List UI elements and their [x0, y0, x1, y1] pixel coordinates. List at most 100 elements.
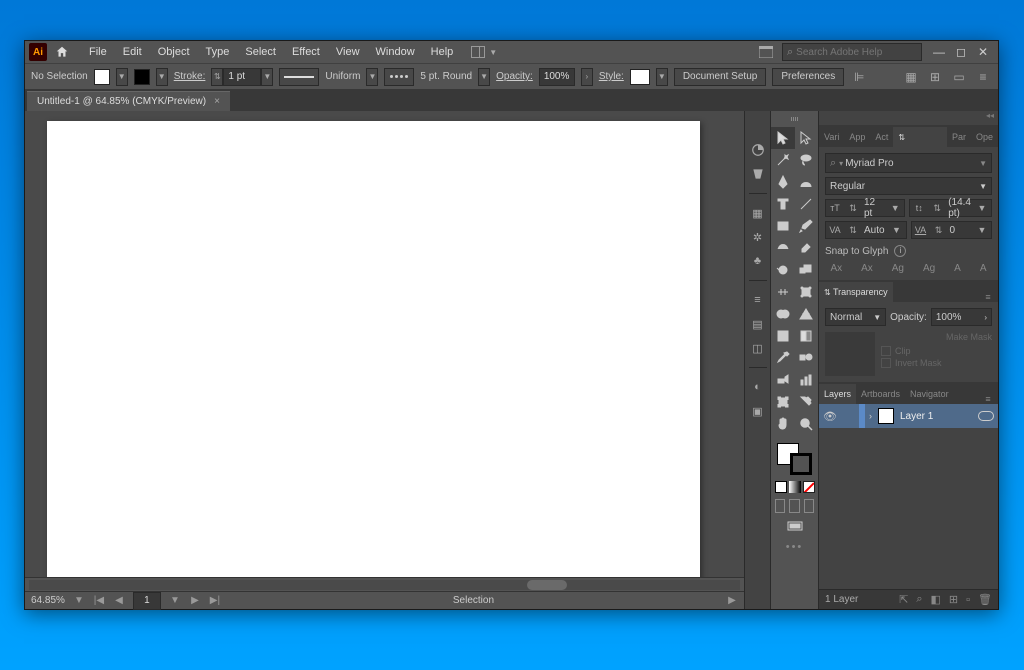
- new-layer-icon[interactable]: ⊞: [949, 593, 958, 606]
- color-mode-gradient[interactable]: [789, 481, 801, 493]
- mesh-tool[interactable]: [771, 325, 795, 347]
- tab-navigator[interactable]: Navigator: [905, 384, 954, 404]
- artboard-number-input[interactable]: [133, 592, 161, 610]
- menu-view[interactable]: View: [328, 41, 368, 63]
- font-style-dropdown[interactable]: Regular▼: [825, 177, 992, 195]
- stroke-swatch[interactable]: [134, 69, 150, 85]
- create-sublayer-icon[interactable]: ◧: [931, 593, 941, 606]
- tab-artboards[interactable]: Artboards: [856, 384, 905, 404]
- magic-wand-tool[interactable]: [771, 149, 795, 171]
- expand-layer-icon[interactable]: ›: [869, 411, 872, 421]
- font-family-input[interactable]: [845, 158, 979, 169]
- color-mode-none[interactable]: [803, 481, 815, 493]
- screen-modes[interactable]: [771, 517, 818, 537]
- type-tool[interactable]: [771, 193, 795, 215]
- appearance-panel-icon[interactable]: ◐: [749, 378, 767, 396]
- menu-window[interactable]: Window: [368, 41, 423, 63]
- opacity-label[interactable]: Opacity:: [496, 71, 533, 82]
- layers-panel-menu-icon[interactable]: ≡: [978, 394, 998, 404]
- tab-transparency[interactable]: ⇅ Transparency: [819, 282, 893, 302]
- artboard-dropdown[interactable]: ▼: [169, 595, 181, 606]
- rotate-tool[interactable]: [771, 259, 795, 281]
- transparency-panel-menu-icon[interactable]: ≡: [978, 292, 998, 302]
- menu-edit[interactable]: Edit: [115, 41, 150, 63]
- leading-field[interactable]: t↕⇅(14.4 pt)▼: [909, 199, 992, 217]
- opacity-input[interactable]: [539, 68, 575, 86]
- column-graph-tool[interactable]: [795, 369, 819, 391]
- opacity-dropdown[interactable]: ›: [581, 68, 593, 86]
- canvas-area[interactable]: [25, 111, 744, 577]
- color-mode-solid[interactable]: [775, 481, 787, 493]
- swatches-panel-icon[interactable]: ▦: [749, 204, 767, 222]
- slice-tool[interactable]: [795, 391, 819, 413]
- curvature-tool[interactable]: [795, 171, 819, 193]
- preferences-button[interactable]: Preferences: [772, 68, 844, 86]
- transparency-panel-icon[interactable]: ◫: [749, 339, 767, 357]
- target-icon[interactable]: [978, 411, 994, 421]
- stroke-weight-input[interactable]: [223, 68, 261, 86]
- hand-tool[interactable]: [771, 413, 795, 435]
- menu-object[interactable]: Object: [150, 41, 198, 63]
- style-label[interactable]: Style:: [599, 71, 624, 82]
- make-clipping-mask-icon[interactable]: ⌕: [916, 593, 922, 606]
- zoom-tool[interactable]: [795, 413, 819, 435]
- new-layer2-icon[interactable]: ▫: [966, 594, 970, 606]
- free-transform-tool[interactable]: [795, 281, 819, 303]
- gradient-tool[interactable]: [795, 325, 819, 347]
- variable-width-profile[interactable]: [279, 68, 319, 86]
- fill-stroke-control[interactable]: [771, 439, 818, 479]
- menu-type[interactable]: Type: [198, 41, 238, 63]
- snap-baseline-icon[interactable]: Ax: [830, 263, 842, 274]
- kerning-field[interactable]: VA⇅Auto▼: [825, 221, 907, 239]
- rectangle-tool[interactable]: [771, 215, 795, 237]
- locate-object-icon[interactable]: ⇱: [899, 593, 908, 606]
- minimize-button[interactable]: —: [932, 45, 946, 59]
- brush-preview[interactable]: [384, 68, 414, 86]
- home-icon[interactable]: [53, 43, 71, 61]
- menu-file[interactable]: File: [81, 41, 115, 63]
- gradient-panel-icon[interactable]: ▤: [749, 315, 767, 333]
- grid-icon[interactable]: ▦: [902, 68, 920, 86]
- layer-row[interactable]: 👁 › Layer 1: [819, 404, 998, 428]
- stroke-swatch-dropdown[interactable]: ▼: [156, 68, 168, 86]
- variable-width-dropdown[interactable]: ▼: [366, 68, 378, 86]
- stroke-stepper[interactable]: ⇅: [211, 68, 223, 86]
- style-swatch[interactable]: [630, 69, 650, 85]
- lasso-tool[interactable]: [795, 149, 819, 171]
- document-setup-button[interactable]: Document Setup: [674, 68, 767, 86]
- workspace-switcher[interactable]: ▼: [471, 46, 497, 58]
- help-search-input[interactable]: [796, 47, 917, 58]
- close-tab-icon[interactable]: ×: [214, 96, 220, 107]
- edit-toolbar-icon[interactable]: •••: [771, 537, 818, 557]
- graphic-styles-panel-icon[interactable]: ▣: [749, 402, 767, 420]
- info-icon[interactable]: i: [894, 245, 906, 257]
- delete-layer-icon[interactable]: 🗑: [978, 593, 992, 606]
- horizontal-scrollbar[interactable]: [25, 577, 744, 591]
- zoom-dropdown[interactable]: ▼: [73, 595, 85, 606]
- font-size-field[interactable]: тT⇅12 pt▼: [825, 199, 905, 217]
- fill-swatch[interactable]: [94, 69, 110, 85]
- tab-opentype[interactable]: Ope: [971, 127, 998, 147]
- trans-opacity-field[interactable]: 100%›: [931, 308, 992, 326]
- scroll-thumb[interactable]: [527, 580, 567, 590]
- artboard[interactable]: [47, 121, 700, 577]
- blend-mode-dropdown[interactable]: Normal▼: [825, 308, 886, 326]
- tab-character[interactable]: ⇅ Character: [893, 127, 947, 147]
- status-menu-icon[interactable]: ▶: [726, 595, 738, 606]
- brushes-panel-icon[interactable]: ✲: [749, 228, 767, 246]
- prev-artboard-icon[interactable]: ◀: [113, 595, 125, 606]
- document-tab[interactable]: Untitled-1 @ 64.85% (CMYK/Preview) ×: [27, 91, 230, 111]
- tab-variables[interactable]: Vari: [819, 127, 844, 147]
- panel-collapse-handle[interactable]: ◂◂: [819, 111, 998, 125]
- artboard-tool[interactable]: [771, 391, 795, 413]
- visibility-toggle-icon[interactable]: 👁: [819, 410, 841, 423]
- brush-dropdown[interactable]: ▼: [478, 68, 490, 86]
- perspective-grid-tool[interactable]: [795, 303, 819, 325]
- shape-builder-tool[interactable]: [771, 303, 795, 325]
- menu-effect[interactable]: Effect: [284, 41, 328, 63]
- draw-normal-icon[interactable]: [775, 499, 785, 513]
- stroke-label[interactable]: Stroke:: [174, 71, 206, 82]
- snap-angular-icon[interactable]: Ag: [923, 263, 935, 274]
- maximize-button[interactable]: ◻: [954, 45, 968, 59]
- scale-tool[interactable]: [795, 259, 819, 281]
